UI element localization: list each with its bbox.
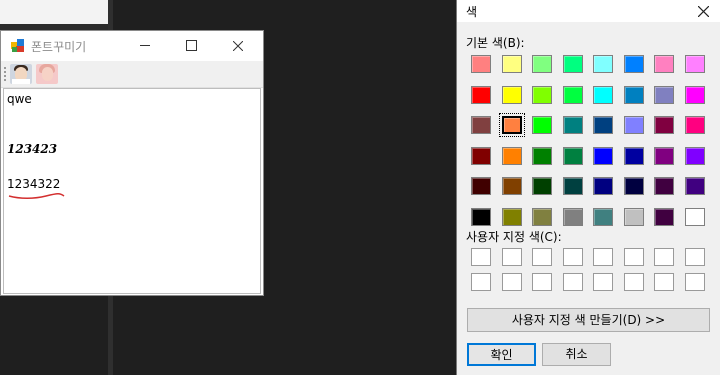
basic-color-swatch[interactable] — [562, 116, 583, 134]
basic-color-swatch[interactable] — [562, 55, 583, 73]
basic-color-swatch[interactable] — [471, 85, 491, 104]
background-editor-tab — [0, 0, 109, 25]
basic-color-swatch[interactable] — [684, 177, 705, 195]
custom-color-swatch[interactable] — [532, 248, 552, 266]
custom-color-swatch[interactable] — [471, 273, 491, 291]
basic-color-swatch[interactable] — [501, 55, 522, 73]
text-line: 123423 — [7, 142, 58, 156]
close-icon — [232, 40, 244, 51]
custom-color-swatch[interactable] — [501, 273, 522, 291]
text-line: 1234322 — [7, 177, 61, 191]
basic-color-swatch[interactable] — [532, 177, 552, 195]
toolbar-grip-icon[interactable] — [4, 67, 6, 81]
basic-color-swatch[interactable] — [532, 146, 552, 165]
basic-color-swatch[interactable] — [532, 55, 552, 73]
ok-button[interactable]: 확인 — [467, 343, 536, 366]
basic-color-swatch[interactable] — [623, 55, 644, 73]
basic-color-swatch[interactable] — [471, 55, 491, 73]
custom-colors-label: 사용자 지정 색(C): — [466, 230, 562, 244]
basic-color-swatch[interactable] — [562, 207, 583, 226]
cancel-button[interactable]: 취소 — [542, 343, 611, 366]
basic-color-swatch[interactable] — [623, 177, 644, 195]
basic-color-swatch[interactable] — [471, 207, 491, 226]
basic-color-swatch[interactable] — [684, 116, 705, 134]
custom-color-swatch[interactable] — [501, 248, 522, 266]
basic-color-swatch[interactable] — [532, 85, 552, 104]
basic-color-swatch[interactable] — [654, 116, 674, 134]
basic-color-swatch[interactable] — [471, 116, 491, 134]
custom-color-swatch[interactable] — [623, 273, 644, 291]
dialog-close-button[interactable] — [693, 2, 713, 20]
basic-color-swatch[interactable] — [532, 116, 552, 134]
custom-color-swatch[interactable] — [593, 248, 613, 266]
basic-color-swatch[interactable] — [593, 177, 613, 195]
basic-colors-label: 기본 색(B): — [466, 36, 525, 50]
basic-color-swatch[interactable] — [471, 146, 491, 165]
custom-color-swatch[interactable] — [562, 248, 583, 266]
custom-color-swatch[interactable] — [654, 273, 674, 291]
font-window: 폰트꾸미기 qwe 123423 1234322 — [0, 30, 264, 296]
toolbar-image-button-2[interactable] — [36, 64, 58, 84]
basic-color-swatch[interactable] — [654, 55, 674, 73]
basic-color-swatch[interactable] — [623, 207, 644, 226]
basic-color-swatch[interactable] — [684, 146, 705, 165]
wavy-underline — [8, 193, 65, 199]
basic-color-swatch[interactable] — [623, 85, 644, 104]
basic-color-swatch[interactable] — [501, 85, 522, 104]
minimize-button[interactable] — [122, 31, 168, 61]
color-dialog: 색 기본 색(B): 사용자 지정 색(C): 사용자 지정 색 만들기(D) … — [456, 0, 720, 375]
custom-color-swatch[interactable] — [684, 273, 705, 291]
portrait-shirt — [12, 79, 30, 84]
basic-color-swatch[interactable] — [593, 146, 613, 165]
basic-color-swatch[interactable] — [654, 85, 674, 104]
text-line: qwe — [7, 92, 32, 106]
toolbar — [1, 61, 263, 88]
custom-color-swatch[interactable] — [593, 273, 613, 291]
define-custom-colors-button[interactable]: 사용자 지정 색 만들기(D) >> — [467, 308, 710, 332]
custom-color-swatch[interactable] — [562, 273, 583, 291]
basic-color-swatch[interactable] — [593, 116, 613, 134]
basic-color-swatch[interactable] — [562, 177, 583, 195]
window-title: 폰트꾸미기 — [31, 40, 87, 54]
custom-color-swatch[interactable] — [684, 248, 705, 266]
basic-color-swatch[interactable] — [501, 207, 522, 226]
maximize-icon — [185, 40, 197, 51]
basic-color-swatch[interactable] — [593, 55, 613, 73]
app-icon — [11, 39, 24, 52]
text-editor[interactable]: qwe 123423 1234322 — [3, 88, 261, 294]
basic-color-swatch[interactable] — [684, 207, 705, 226]
basic-color-swatch[interactable] — [562, 146, 583, 165]
basic-color-swatch[interactable] — [562, 85, 583, 104]
toolbar-image-button-1[interactable] — [10, 64, 32, 84]
dialog-title: 색 — [466, 5, 478, 19]
basic-color-swatch[interactable] — [684, 85, 705, 104]
custom-color-swatch[interactable] — [623, 248, 644, 266]
dialog-titlebar: 색 — [457, 0, 720, 22]
close-button[interactable] — [215, 31, 261, 61]
custom-color-swatch[interactable] — [471, 248, 491, 266]
basic-color-swatch[interactable] — [623, 146, 644, 165]
basic-color-swatch[interactable] — [623, 116, 644, 134]
basic-color-swatch[interactable] — [498, 113, 525, 137]
close-icon — [697, 5, 709, 17]
basic-color-swatch[interactable] — [501, 177, 522, 195]
basic-color-swatch[interactable] — [471, 177, 491, 195]
basic-color-swatch[interactable] — [593, 207, 613, 226]
maximize-button[interactable] — [168, 31, 214, 61]
basic-color-swatch[interactable] — [532, 207, 552, 226]
custom-color-swatch[interactable] — [532, 273, 552, 291]
basic-color-swatch[interactable] — [684, 55, 705, 73]
portrait-face-2 — [42, 67, 53, 81]
font-window-titlebar: 폰트꾸미기 — [1, 31, 263, 61]
basic-color-swatch[interactable] — [593, 85, 613, 104]
custom-color-swatch[interactable] — [654, 248, 674, 266]
basic-color-swatch[interactable] — [654, 146, 674, 165]
basic-color-swatch[interactable] — [501, 146, 522, 165]
minimize-icon — [140, 45, 150, 46]
basic-color-swatch[interactable] — [654, 207, 674, 226]
basic-color-swatch[interactable] — [654, 177, 674, 195]
